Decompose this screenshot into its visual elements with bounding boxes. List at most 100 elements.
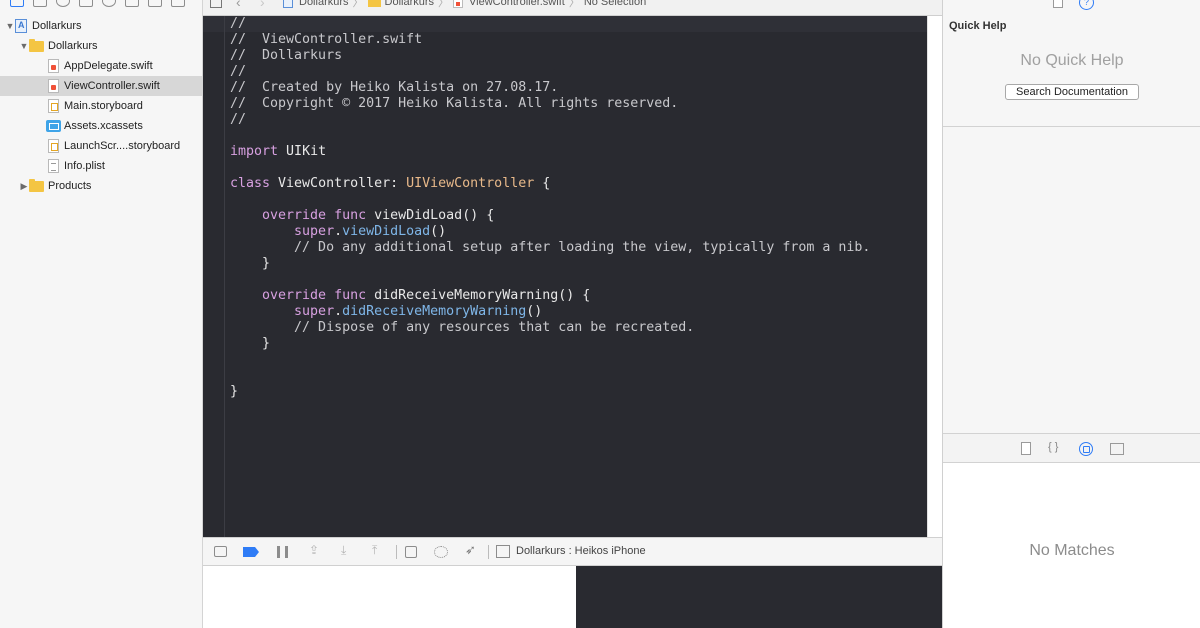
inspector-divider: [943, 126, 1200, 127]
code-text[interactable]: //// ViewController.swift// Dollarkurs//…: [230, 16, 870, 400]
code-line[interactable]: // Do any additional setup after loading…: [230, 240, 870, 256]
code-line[interactable]: // Copyright © 2017 Heiko Kalista. All r…: [230, 96, 870, 112]
tree-item-label: ViewController.swift: [64, 80, 160, 92]
code-line[interactable]: // ViewController.swift: [230, 32, 870, 48]
debug-icon[interactable]: [125, 0, 139, 7]
disclosure-collapsed-icon[interactable]: ▶: [19, 181, 29, 192]
tree-item-file[interactable]: LaunchScr....storyboard: [0, 136, 202, 156]
breakpoint-icon[interactable]: [148, 0, 162, 7]
step-into-icon[interactable]: ⤓: [341, 543, 346, 558]
code-token: import: [230, 144, 279, 159]
file-template-library-icon[interactable]: [1021, 442, 1031, 455]
code-line[interactable]: import UIKit: [230, 144, 870, 160]
forward-arrow-icon[interactable]: ›: [260, 0, 265, 10]
find-icon[interactable]: [56, 0, 70, 7]
search-documentation-button[interactable]: Search Documentation: [1005, 84, 1139, 100]
navigator-selector-bar: [0, 0, 202, 12]
code-line[interactable]: //: [230, 64, 870, 80]
tree-item-label: Products: [48, 180, 92, 192]
folder-icon: [29, 38, 44, 52]
console-output[interactable]: [576, 566, 942, 628]
memory-graph-icon[interactable]: [434, 546, 448, 558]
breadcrumb: Dollarkurs 〉 Dollarkurs 〉 ViewController…: [283, 0, 646, 10]
process-target-label[interactable]: Dollarkurs : Heikos iPhone: [516, 545, 646, 557]
tree-item-file[interactable]: Assets.xcassets: [0, 116, 202, 136]
code-token: override: [230, 288, 327, 303]
back-arrow-icon[interactable]: ‹: [236, 0, 241, 10]
code-token: func: [334, 208, 367, 223]
code-line[interactable]: [230, 272, 870, 288]
code-line[interactable]: // Dispose of any resources that can be …: [230, 320, 870, 336]
no-quick-help-message: No Quick Help: [1020, 52, 1124, 69]
source-control-icon[interactable]: [33, 0, 47, 7]
disclosure-expanded-icon[interactable]: ▼: [5, 21, 15, 31]
quick-help-inspector-icon[interactable]: ?: [1079, 0, 1094, 10]
code-token: func: [334, 288, 367, 303]
jump-bar: ‹ › Dollarkurs 〉 Dollarkurs 〉 ViewContro…: [203, 0, 942, 16]
media-library-icon[interactable]: [1110, 443, 1124, 455]
folder-icon: [29, 178, 44, 192]
tree-item-file[interactable]: AppDelegate.swift: [0, 56, 202, 76]
breakpoints-toggle-icon[interactable]: [243, 547, 259, 557]
code-line[interactable]: override func viewDidLoad() {: [230, 208, 870, 224]
code-line[interactable]: super.viewDidLoad(): [230, 224, 870, 240]
code-line[interactable]: //: [230, 112, 870, 128]
code-line[interactable]: }: [230, 336, 870, 352]
tree-item-file[interactable]: Main.storyboard: [0, 96, 202, 116]
issue-warning-icon[interactable]: [79, 0, 93, 7]
debug-view-hierarchy-icon[interactable]: [405, 546, 417, 558]
tree-item-group[interactable]: ▼ Dollarkurs: [0, 36, 202, 56]
tree-item-project[interactable]: ▼ Dollarkurs: [0, 16, 202, 36]
code-line[interactable]: }: [230, 256, 870, 272]
breadcrumb-item-symbol[interactable]: No Selection: [584, 0, 646, 8]
hide-debug-area-icon[interactable]: [214, 546, 227, 557]
storyboard-file-icon: [48, 99, 59, 113]
file-tree: ▼ Dollarkurs ▼ Dollarkurs AppDelegate.sw…: [0, 16, 202, 196]
code-token: viewDidLoad: [342, 224, 431, 239]
code-line[interactable]: }: [230, 384, 870, 400]
code-token: .: [334, 224, 343, 239]
step-over-icon[interactable]: ⇪: [309, 543, 319, 557]
code-line[interactable]: [230, 352, 870, 368]
code-line[interactable]: [230, 128, 870, 144]
code-line[interactable]: [230, 160, 870, 176]
object-library-icon[interactable]: [1079, 442, 1093, 456]
editor-gutter-divider: [224, 16, 225, 537]
code-line[interactable]: override func didReceiveMemoryWarning() …: [230, 288, 870, 304]
step-out-icon[interactable]: ⤒: [372, 543, 377, 558]
code-token: UIViewController: [406, 176, 535, 191]
xcode-project-icon: [15, 19, 27, 33]
source-editor[interactable]: //// ViewController.swift// Dollarkurs//…: [203, 16, 927, 537]
plist-file-icon: [48, 159, 59, 173]
test-icon[interactable]: [102, 0, 116, 7]
variables-view[interactable]: [203, 566, 576, 628]
tree-item-group[interactable]: ▶ Products: [0, 176, 202, 196]
code-line[interactable]: [230, 368, 870, 384]
code-line[interactable]: // Dollarkurs: [230, 48, 870, 64]
disclosure-expanded-icon[interactable]: ▼: [19, 41, 29, 51]
report-icon[interactable]: [171, 0, 185, 7]
code-line[interactable]: //: [230, 16, 870, 32]
tree-item-file-selected[interactable]: ViewController.swift: [0, 76, 202, 96]
simulate-location-icon[interactable]: ➶: [465, 542, 476, 558]
code-line[interactable]: // Created by Heiko Kalista on 27.08.17.: [230, 80, 870, 96]
code-line[interactable]: super.didReceiveMemoryWarning(): [230, 304, 870, 320]
project-navigator-folder-icon[interactable]: [10, 0, 24, 7]
breadcrumb-item-file[interactable]: ViewController.swift: [469, 0, 565, 8]
storyboard-file-icon: [48, 139, 59, 153]
tree-item-file[interactable]: Info.plist: [0, 156, 202, 176]
breadcrumb-item-project[interactable]: Dollarkurs: [299, 0, 349, 8]
code-snippet-library-icon[interactable]: { }: [1048, 441, 1058, 453]
related-items-grid-icon[interactable]: [210, 0, 222, 8]
code-token: }: [230, 336, 271, 351]
code-line[interactable]: [230, 192, 870, 208]
utilities-area: ? Quick Help No Quick Help Search Docume…: [942, 0, 1200, 628]
tree-item-label: AppDelegate.swift: [64, 60, 153, 72]
breadcrumb-item-group[interactable]: Dollarkurs: [385, 0, 435, 8]
file-inspector-icon[interactable]: [1053, 0, 1063, 8]
code-token: .: [334, 304, 343, 319]
editor-scroll-track[interactable]: [927, 16, 942, 537]
pause-icon[interactable]: [277, 546, 288, 558]
toolbar-divider: [396, 545, 397, 559]
code-line[interactable]: class ViewController: UIViewController {: [230, 176, 870, 192]
